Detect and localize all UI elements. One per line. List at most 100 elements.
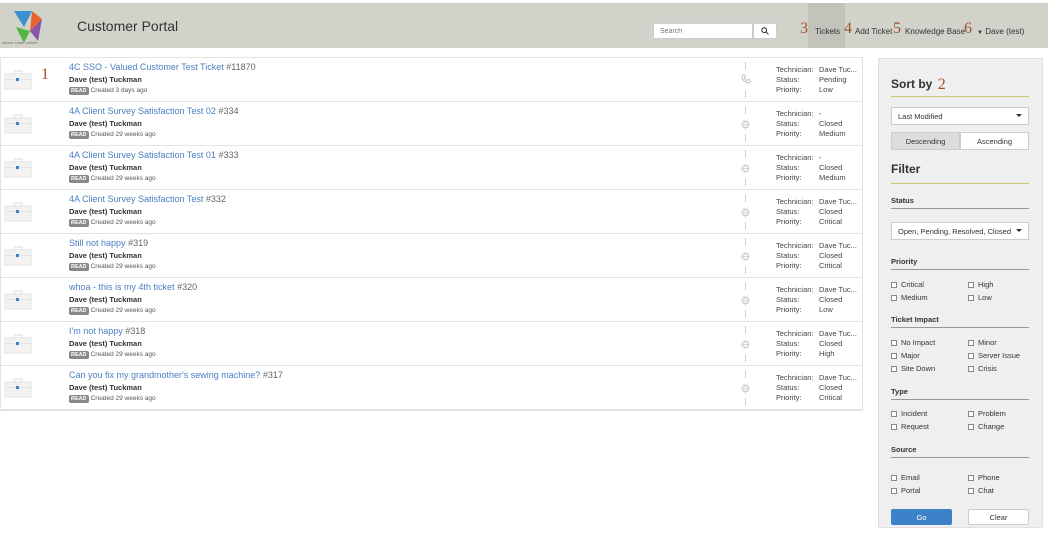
ticket-title-link[interactable]: 4A Client Survey Satisfaction Test 01 #3… <box>69 150 238 160</box>
search-input[interactable] <box>653 23 753 39</box>
go-button[interactable]: Go <box>891 509 952 525</box>
checkbox-box[interactable] <box>968 294 974 301</box>
checkbox-label: Email <box>901 473 920 482</box>
ticket-row[interactable]: whoa - this is my 4th ticket #320 Dave (… <box>1 278 862 322</box>
globe-icon <box>741 296 750 305</box>
checkbox-box[interactable] <box>968 487 974 494</box>
ticket-row[interactable]: Can you fix my grandmother's sewing mach… <box>1 366 862 410</box>
status-label: Status: <box>776 119 800 128</box>
nav-active-highlight <box>808 3 845 48</box>
checkbox-box[interactable] <box>968 281 974 288</box>
type-checkbox-problem[interactable]: Problem <box>968 409 1006 418</box>
impact-checkbox-crisis[interactable]: Crisis <box>968 364 997 373</box>
priority-checkbox-critical[interactable]: Critical <box>891 280 924 289</box>
priority-value: Low <box>819 85 833 94</box>
search-button[interactable] <box>753 23 777 39</box>
source-checkbox-phone[interactable]: Phone <box>968 473 1000 482</box>
ticket-row[interactable]: I'm not happy #318 Dave (test) Tuckman R… <box>1 322 862 366</box>
divider <box>891 399 1029 400</box>
checkbox-label: Phone <box>978 473 1000 482</box>
clear-button[interactable]: Clear <box>968 509 1029 525</box>
impact-checkbox-server-issue[interactable]: Server Issue <box>968 351 1020 360</box>
source-section-label: Source <box>891 445 917 454</box>
status-value: Closed <box>819 295 843 304</box>
sort-order-toggle: Descending Ascending <box>891 132 1029 150</box>
checkbox-box[interactable] <box>891 487 897 494</box>
status-filter-select[interactable]: Open, Pending, Resolved, Closed <box>891 222 1029 240</box>
checkbox-box[interactable] <box>891 281 897 288</box>
checkbox-box[interactable] <box>891 423 897 430</box>
type-checkbox-change[interactable]: Change <box>968 422 1004 431</box>
priority-label: Priority: <box>776 393 802 402</box>
source-checkbox-email[interactable]: Email <box>891 473 920 482</box>
globe-icon <box>741 208 750 217</box>
ticket-title-link[interactable]: 4A Client Survey Satisfaction Test 02 #3… <box>69 106 238 116</box>
priority-value: Critical <box>819 261 842 270</box>
sort-heading: Sort by 2 <box>891 76 946 93</box>
nav-add-ticket[interactable]: Add Ticket <box>855 27 892 36</box>
ticket-title-link[interactable]: Can you fix my grandmother's sewing mach… <box>69 370 283 380</box>
checkbox-box[interactable] <box>968 423 974 430</box>
type-checkbox-incident[interactable]: Incident <box>891 409 927 418</box>
technician-value: Dave Tuc... <box>819 197 857 206</box>
descending-button[interactable]: Descending <box>891 132 960 150</box>
briefcase-icon <box>4 114 32 134</box>
ticket-row[interactable]: 4A Client Survey Satisfaction Test 02 #3… <box>1 102 862 146</box>
read-badge: READ <box>69 175 89 183</box>
checkbox-box[interactable] <box>968 410 974 417</box>
ticket-requester: Dave (test) Tuckman <box>69 119 142 128</box>
ticket-meta: READ Created 3 days ago <box>69 87 148 95</box>
ticket-row[interactable]: 4C SSO - Valued Customer Test Ticket #11… <box>1 58 862 102</box>
ticket-row[interactable]: Still not happy #319 Dave (test) Tuckman… <box>1 234 862 278</box>
checkbox-box[interactable] <box>891 339 897 346</box>
divider <box>745 222 746 230</box>
checkbox-box[interactable] <box>891 474 897 481</box>
checkbox-box[interactable] <box>968 474 974 481</box>
checkbox-box[interactable] <box>891 294 897 301</box>
priority-checkbox-high[interactable]: High <box>968 280 993 289</box>
divider <box>745 90 746 98</box>
filter-sidebar: Sort by 2 Last Modified Descending Ascen… <box>878 58 1043 528</box>
ascending-button[interactable]: Ascending <box>960 132 1029 150</box>
ticket-title-link[interactable]: I'm not happy #318 <box>69 326 145 336</box>
nav-knowledge-base[interactable]: Knowledge Base <box>905 27 965 36</box>
checkbox-label: Medium <box>901 293 928 302</box>
divider <box>745 266 746 274</box>
checkbox-box[interactable] <box>891 410 897 417</box>
checkbox-box[interactable] <box>891 352 897 359</box>
divider <box>891 183 1029 184</box>
checkbox-label: Major <box>901 351 920 360</box>
ticket-title-link[interactable]: 4C SSO - Valued Customer Test Ticket #11… <box>69 62 256 72</box>
impact-checkbox-site-down[interactable]: Site Down <box>891 364 935 373</box>
ticket-requester: Dave (test) Tuckman <box>69 339 142 348</box>
status-value: Closed <box>819 339 843 348</box>
source-checkbox-chat[interactable]: Chat <box>968 486 994 495</box>
priority-checkbox-low[interactable]: Low <box>968 293 992 302</box>
ticket-row[interactable]: 4A Client Survey Satisfaction Test #332 … <box>1 190 862 234</box>
checkbox-box[interactable] <box>968 365 974 372</box>
ticket-title-link[interactable]: whoa - this is my 4th ticket #320 <box>69 282 197 292</box>
filter-heading: Filter <box>891 162 921 176</box>
priority-label: Priority: <box>776 129 802 138</box>
checkbox-box[interactable] <box>968 352 974 359</box>
sort-field-select[interactable]: Last Modified <box>891 107 1029 125</box>
impact-checkbox-major[interactable]: Major <box>891 351 920 360</box>
ticket-title-link[interactable]: Still not happy #319 <box>69 238 148 248</box>
source-checkbox-portal[interactable]: Portal <box>891 486 921 495</box>
ticket-title-link[interactable]: 4A Client Survey Satisfaction Test #332 <box>69 194 226 204</box>
logo-subtext: secure smart ontime <box>2 41 38 45</box>
nav-tickets[interactable]: Tickets <box>815 27 840 36</box>
type-checkbox-request[interactable]: Request <box>891 422 929 431</box>
ticket-row[interactable]: 4A Client Survey Satisfaction Test 01 #3… <box>1 146 862 190</box>
priority-checkbox-medium[interactable]: Medium <box>891 293 928 302</box>
ticket-requester: Dave (test) Tuckman <box>69 75 142 84</box>
ticket-meta: READ Created 29 weeks ago <box>69 175 156 183</box>
checkbox-box[interactable] <box>891 365 897 372</box>
nav-user-menu[interactable]: ▼ Dave (test) <box>977 27 1024 36</box>
nav-annotation-5: 5 <box>893 20 901 37</box>
technician-value: Dave Tuc... <box>819 329 857 338</box>
checkbox-box[interactable] <box>968 339 974 346</box>
priority-value: Medium <box>819 129 846 138</box>
impact-checkbox-minor[interactable]: Minor <box>968 338 997 347</box>
impact-checkbox-no-impact[interactable]: No Impact <box>891 338 935 347</box>
